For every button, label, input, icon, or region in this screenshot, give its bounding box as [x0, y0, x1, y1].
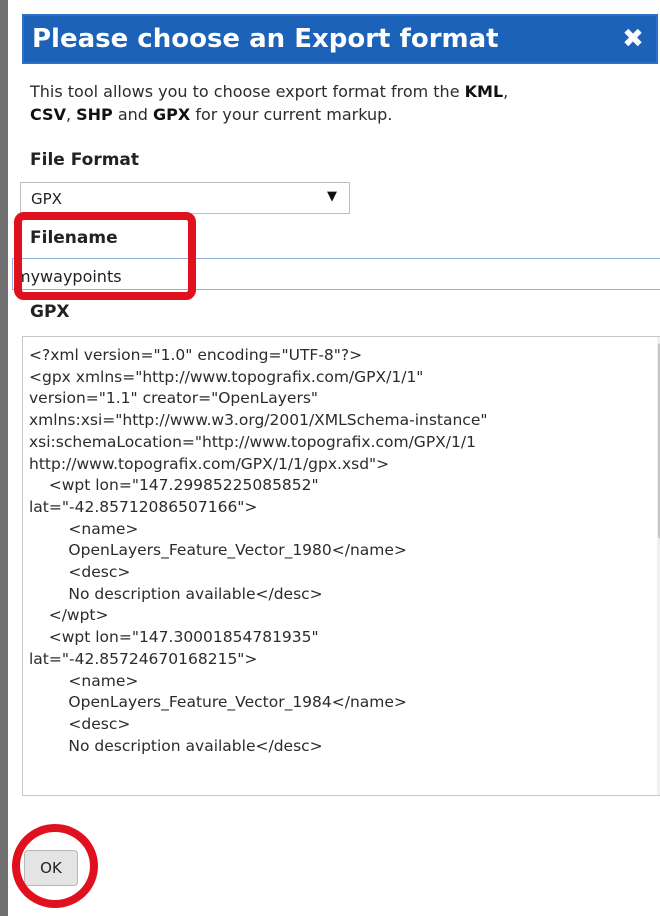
dialog-title: Please choose an Export format [32, 24, 499, 54]
gpx-line: xsi:schemaLocation="http://www.topografi… [29, 432, 476, 451]
file-format-label: File Format [30, 150, 140, 170]
description-and: and [112, 105, 154, 124]
gpx-line: http://www.topografix.com/GPX/1/1/gpx.xs… [29, 454, 390, 473]
dropdown-arrow-icon: ▼ [327, 189, 337, 204]
ok-button[interactable]: OK [24, 850, 78, 886]
close-icon[interactable]: ✖ [616, 22, 650, 56]
gpx-line: OpenLayers_Feature_Vector_1984</name> [29, 693, 407, 712]
output-label: GPX [30, 302, 70, 322]
format-kml: KML [464, 82, 504, 101]
gpx-output-textarea[interactable]: <?xml version="1.0" encoding="UTF-8"?> <… [22, 336, 660, 796]
dialog-description: This tool allows you to choose export fo… [30, 80, 630, 126]
window-edge [0, 0, 8, 916]
gpx-line: OpenLayers_Feature_Vector_1980</name> [29, 541, 407, 560]
gpx-line: <name> [29, 671, 139, 690]
gpx-line: No description available</desc> [29, 584, 323, 603]
format-gpx: GPX [153, 105, 191, 124]
gpx-line: No description available</desc> [29, 736, 323, 755]
format-csv: CSV [30, 105, 66, 124]
gpx-line: version="1.1" creator="OpenLayers" [29, 389, 319, 408]
description-comma: , [503, 82, 509, 101]
gpx-line: <wpt lon="147.29985225085852" [29, 476, 319, 495]
description-comma: , [65, 105, 77, 124]
gpx-line: <desc> [29, 563, 131, 582]
description-text-end: for your current markup. [190, 105, 393, 124]
gpx-output-text: <?xml version="1.0" encoding="UTF-8"?> <… [29, 345, 653, 757]
file-format-value: GPX [31, 190, 62, 208]
gpx-line: <gpx xmlns="http://www.topografix.com/GP… [29, 367, 424, 386]
file-format-select[interactable]: GPX ▼ [20, 182, 350, 214]
description-text: This tool allows you to choose export fo… [30, 82, 465, 101]
gpx-line: <?xml version="1.0" encoding="UTF-8"?> [29, 346, 363, 364]
gpx-line: <desc> [29, 714, 131, 733]
export-dialog: Please choose an Export format ✖ This to… [8, 0, 660, 916]
format-shp: SHP [76, 105, 113, 124]
filename-label: Filename [30, 228, 118, 248]
dialog-titlebar: Please choose an Export format ✖ [22, 14, 658, 64]
gpx-line: <name> [29, 519, 139, 538]
gpx-line: <wpt lon="147.30001854781935" [29, 628, 319, 647]
gpx-line: </wpt> [29, 606, 109, 625]
gpx-line: lat="-42.85712086507166"> [29, 497, 258, 516]
filename-input[interactable] [12, 258, 660, 290]
gpx-line: xmlns:xsi="http://www.w3.org/2001/XMLSch… [29, 411, 488, 430]
gpx-line: lat="-42.85724670168215"> [29, 649, 258, 668]
